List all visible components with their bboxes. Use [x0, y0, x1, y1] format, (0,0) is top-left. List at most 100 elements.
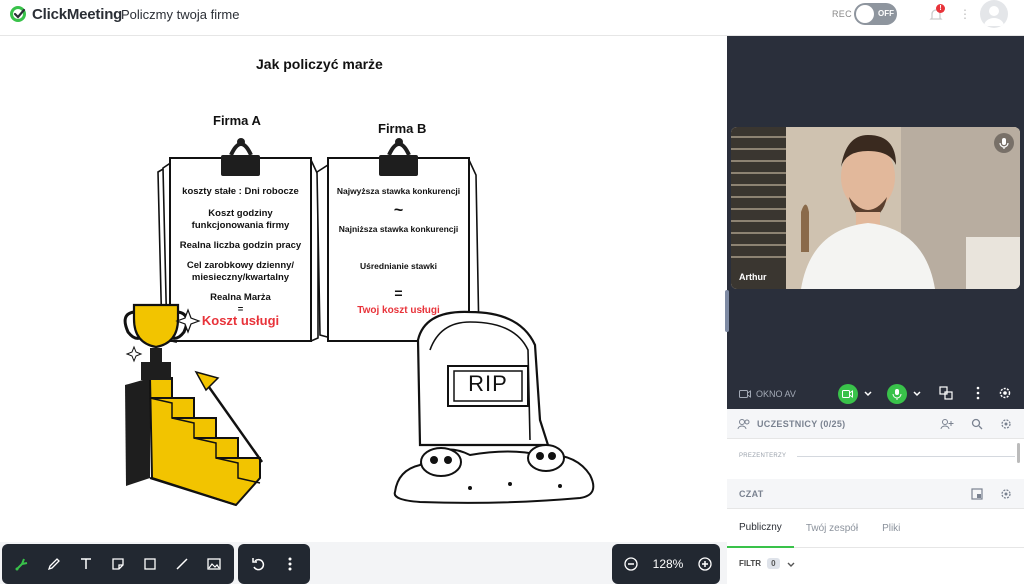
more-vertical-icon — [976, 386, 980, 400]
chevron-down-icon — [787, 562, 795, 567]
presenters-section: PREZENTERZY — [727, 439, 1024, 479]
av-window: Arthur OKNO AV — [725, 36, 1024, 409]
more-options-button[interactable] — [274, 548, 306, 580]
video-mic-indicator[interactable] — [994, 133, 1014, 153]
firma-b-line-3: Najniższa stawka konkurencji — [338, 224, 459, 234]
firma-b-line-6: Twoj koszt usługi — [357, 305, 440, 316]
text-tool[interactable] — [70, 548, 102, 580]
presenter-name: Arthur — [739, 272, 767, 282]
zoom-out-button[interactable] — [616, 548, 647, 580]
firma-a-heading: Firma A — [213, 113, 261, 128]
line-tool[interactable] — [166, 548, 198, 580]
firma-a-line-4: Cel zarobkowy dzienny/ miesieczny/kwarta… — [186, 260, 295, 283]
undo-icon — [252, 558, 265, 571]
tombstone-text: RIP — [468, 371, 508, 396]
gear-icon — [999, 387, 1011, 399]
toggle-state: OFF — [878, 9, 894, 18]
camera-toggle-button[interactable] — [838, 384, 858, 404]
layout-switch-button[interactable] — [939, 386, 953, 400]
tombstone-illustration — [393, 310, 595, 504]
presenters-divider — [797, 456, 1015, 457]
chat-label: CZAT — [739, 488, 764, 499]
presenter-video[interactable]: Arthur — [731, 127, 1020, 289]
participants-header[interactable]: UCZESTNICY (0/25) — [727, 409, 1024, 439]
firma-a-line-3: Realna liczba godzin pracy — [179, 240, 302, 251]
filter-label: FILTR — [739, 559, 762, 568]
tab-your-team[interactable]: Twój zespół — [794, 510, 870, 548]
pencil-tool[interactable] — [38, 548, 70, 580]
firma-b-line-5: = — [394, 285, 403, 301]
panel-resize-handle[interactable] — [725, 290, 729, 332]
microphone-icon — [999, 138, 1009, 149]
filter-count: 0 — [767, 558, 780, 569]
user-avatar[interactable] — [980, 0, 1008, 28]
av-more-button[interactable] — [971, 386, 985, 400]
microphone-icon — [892, 389, 902, 400]
clickmeeting-logo[interactable]: ClickMeeting — [10, 5, 122, 23]
zoom-controls: 128% — [612, 544, 720, 584]
rectangle-tool[interactable] — [134, 548, 166, 580]
pencil-icon — [47, 558, 60, 571]
firma-a-content: koszty stałe : Dni robocze Koszt godziny… — [170, 186, 311, 327]
layout-icon — [939, 386, 953, 400]
camera-options-dropdown[interactable] — [863, 388, 873, 398]
image-icon — [207, 558, 221, 570]
laser-pointer-tool[interactable] — [6, 548, 38, 580]
logo-text: ClickMeeting — [32, 5, 123, 23]
av-window-label: OKNO AV — [739, 389, 796, 399]
rec-toggle[interactable]: OFF — [854, 3, 897, 25]
chevron-down-icon — [913, 391, 921, 397]
participants-label: UCZESTNICY (0/25) — [757, 418, 846, 429]
chevron-down-icon — [864, 391, 872, 397]
image-tool[interactable] — [198, 548, 230, 580]
camera-outline-icon — [739, 390, 751, 398]
line-icon — [176, 558, 188, 570]
drawing-tools-group — [2, 544, 234, 584]
sticky-note-icon — [112, 558, 124, 570]
user-icon — [984, 6, 1004, 26]
right-panel: Arthur OKNO AV UCZESTNICY (0/25) PREZENT… — [725, 36, 1024, 584]
chat-tabs: Publiczny Twój zespół Pliki — [727, 510, 1024, 548]
participants-scrollbar[interactable] — [1017, 443, 1020, 463]
notifications-button[interactable]: ! — [928, 4, 945, 28]
firma-b-content: Najwyższa stawka konkurencji ~ Najniższa… — [328, 186, 469, 316]
logo-icon — [10, 6, 26, 22]
microphone-toggle-button[interactable] — [887, 384, 907, 404]
gear-icon[interactable] — [1000, 488, 1012, 500]
microphone-options-dropdown[interactable] — [912, 388, 922, 398]
history-tools-group — [238, 544, 310, 584]
webcam-feed — [731, 127, 1020, 289]
chat-filter[interactable]: FILTR 0 — [739, 558, 796, 569]
text-icon — [81, 558, 91, 569]
whiteboard-stage[interactable]: Jak policzyć marże Firma A Firma B koszt… — [0, 36, 727, 584]
chat-header[interactable]: CZAT — [727, 479, 1024, 509]
gear-icon[interactable] — [1000, 418, 1012, 430]
av-window-text: OKNO AV — [756, 389, 796, 399]
search-icon[interactable] — [971, 418, 983, 430]
add-participant-icon[interactable] — [940, 418, 954, 430]
tab-public[interactable]: Publiczny — [727, 510, 794, 548]
firma-a-line-1: koszty stałe : Dni robocze — [182, 186, 299, 197]
room-title: Policzmy twoja firme — [121, 7, 240, 22]
zoom-in-icon — [698, 557, 712, 571]
sticky-note-tool[interactable] — [102, 548, 134, 580]
popout-icon[interactable] — [971, 487, 983, 500]
laser-pointer-icon — [15, 558, 28, 571]
zoom-out-icon — [624, 557, 638, 571]
firma-a-line-2: Koszt godziny funkcjonowania firmy — [191, 208, 290, 231]
rectangle-icon — [144, 558, 156, 570]
av-settings-button[interactable] — [998, 386, 1012, 400]
firma-a-line-7: Koszt usługi — [201, 313, 280, 328]
whiteboard-toolbar: 128% — [0, 542, 727, 584]
firma-b-heading: Firma B — [378, 121, 427, 136]
firma-b-line-1: Najwyższa stawka konkurencji — [336, 186, 461, 196]
camera-icon — [842, 390, 853, 398]
presenters-label: PREZENTERZY — [739, 453, 787, 459]
undo-button[interactable] — [242, 548, 274, 580]
rec-label: REC — [832, 9, 852, 19]
firma-b-line-2: ~ — [393, 202, 404, 219]
tab-files[interactable]: Pliki — [870, 510, 912, 548]
more-vertical-icon — [288, 557, 292, 571]
zoom-in-button[interactable] — [689, 548, 720, 580]
more-menu-icon[interactable]: ⋮ — [959, 7, 971, 21]
